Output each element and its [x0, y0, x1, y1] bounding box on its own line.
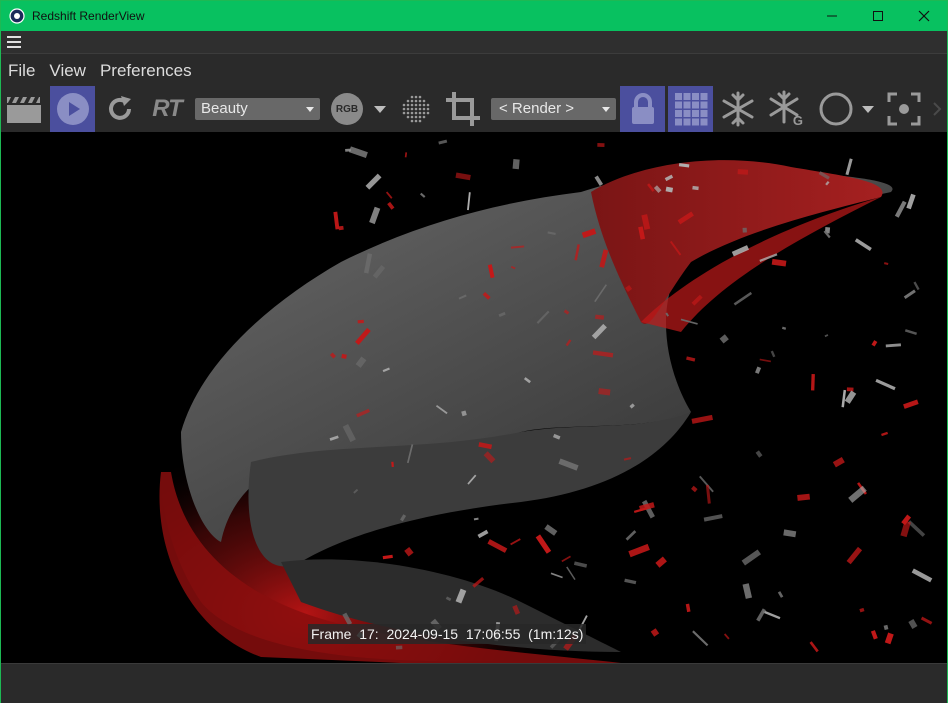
freeze-g-label: G	[792, 113, 803, 128]
maximize-icon	[873, 11, 883, 21]
channel-rgb-button[interactable]: RGB	[329, 86, 365, 132]
lock-camera-button[interactable]	[620, 86, 665, 132]
cinema4d-app-icon	[9, 8, 25, 24]
toolbar-overflow-arrow[interactable]	[929, 86, 945, 132]
aov-dropdown[interactable]: Beauty	[195, 98, 320, 120]
chevron-down-icon	[602, 107, 610, 112]
freeze-button[interactable]	[718, 86, 758, 132]
grid-icon	[674, 93, 707, 126]
close-icon	[918, 10, 930, 22]
camera-dropdown[interactable]: < Render >	[491, 98, 616, 120]
region-shape-button[interactable]	[815, 86, 857, 132]
channel-dropdown-arrow[interactable]	[371, 86, 389, 132]
window-title: Redshift RenderView	[32, 9, 145, 23]
freeze-geometry-button[interactable]: G	[764, 86, 808, 132]
chevron-down-icon	[374, 106, 386, 113]
rt-label: RT	[152, 95, 183, 122]
render-image	[159, 139, 933, 663]
circle-icon	[819, 92, 853, 126]
title-bar[interactable]: Redshift RenderView	[1, 1, 947, 31]
aov-dropdown-value: Beauty	[201, 100, 248, 117]
menu-file[interactable]: File	[1, 57, 42, 85]
renderview-window: Redshift RenderView File View Preference…	[0, 0, 948, 703]
hamburger-menu-icon[interactable]	[7, 36, 21, 48]
camera-dropdown-value: < Render >	[499, 100, 575, 117]
region-shape-dropdown-arrow[interactable]	[859, 86, 877, 132]
focus-target-icon	[887, 92, 921, 126]
menu-view[interactable]: View	[42, 57, 93, 85]
snowflake-icon	[722, 91, 754, 127]
crop-region-button[interactable]	[441, 86, 485, 132]
dots-grid-icon	[402, 95, 430, 123]
rt-mode-button[interactable]: RT	[146, 86, 188, 132]
bucket-grid-button[interactable]	[668, 86, 713, 132]
maximize-button[interactable]	[855, 1, 901, 31]
rgb-label: RGB	[335, 103, 359, 115]
toolbar: RT Beauty RGB < Render > G	[1, 86, 947, 132]
chevron-down-icon	[862, 106, 874, 113]
clapperboard-icon	[7, 97, 41, 123]
minimize-icon	[827, 15, 837, 17]
crop-icon	[446, 92, 480, 126]
refresh-render-button[interactable]	[101, 86, 139, 132]
chevron-right-icon	[933, 102, 942, 116]
chevron-down-icon	[306, 107, 314, 112]
focus-picker-button[interactable]	[883, 86, 925, 132]
lock-icon	[631, 93, 654, 124]
render-viewport[interactable]: Frame 17: 2024-09-15 17:06:55 (1m:12s)	[1, 132, 947, 663]
menu-preferences[interactable]: Preferences	[93, 57, 199, 85]
minimize-button[interactable]	[809, 1, 855, 31]
status-bar	[1, 663, 947, 703]
menu-bar: File View Preferences	[1, 57, 199, 85]
close-button[interactable]	[901, 1, 947, 31]
play-icon	[56, 93, 89, 125]
panel-header	[1, 31, 947, 54]
start-render-button[interactable]	[50, 86, 95, 132]
refresh-icon	[109, 96, 131, 120]
bloom-toggle-button[interactable]	[397, 86, 435, 132]
frame-info-label: Frame 17: 2024-09-15 17:06:55 (1m:12s)	[308, 624, 587, 644]
render-sequence-button[interactable]	[4, 86, 44, 132]
